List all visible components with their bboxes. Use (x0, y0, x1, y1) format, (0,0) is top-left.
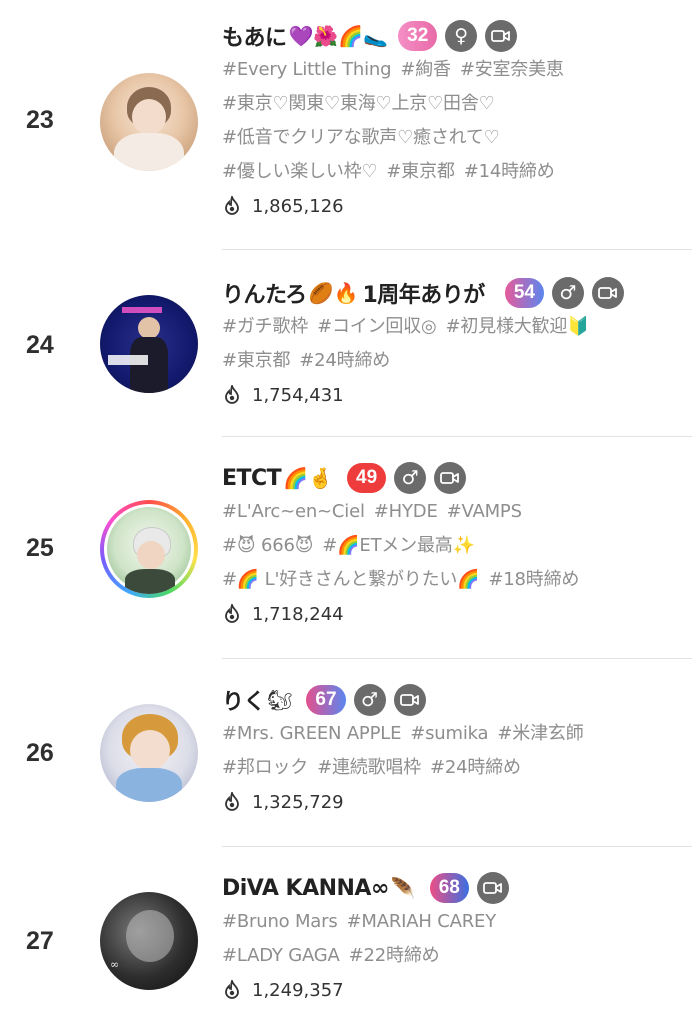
avatar[interactable] (100, 500, 198, 598)
tag[interactable]: #初見様大歓迎🔰 (445, 316, 589, 337)
tag[interactable]: #MARIAH CAREY (347, 911, 497, 932)
tag-list: #Bruno Mars #MARIAH CAREY #LADY GAGA #22時締… (222, 905, 692, 973)
rank-number: 25 (26, 534, 54, 562)
ranking-row-23[interactable]: 23 もあに 💜🌺🌈🥿 32 ♀ #Every Little Thing #絢香 #… (0, 0, 692, 250)
tag[interactable]: #🌈ETメン最高✨ (322, 535, 475, 556)
tag[interactable]: #邦ロック (222, 757, 308, 778)
rank-number: 23 (26, 106, 54, 134)
score-value: 1,249,357 (252, 979, 344, 1001)
avatar[interactable] (100, 73, 198, 171)
name-emoji: 💜🌺🌈🥿 (288, 24, 389, 48)
video-camera-icon (393, 684, 426, 716)
tag[interactable]: #18時締め (488, 569, 579, 590)
score-value: 1,754,431 (252, 384, 344, 406)
name-emoji: 🐿 (267, 688, 293, 712)
score-value: 1,325,729 (252, 791, 344, 813)
video-camera-icon (434, 462, 467, 494)
streamer-name[interactable]: もあに (222, 20, 287, 52)
tag[interactable]: #Bruno Mars (222, 911, 338, 932)
tag-list: #Every Little Thing #絢香 #安室奈美恵 #東京♡関東♡東海♡上… (222, 53, 692, 189)
tag[interactable]: #Every Little Thing (222, 59, 392, 80)
tag[interactable]: #LADY GAGA (222, 945, 340, 966)
flame-icon (225, 792, 239, 811)
tag[interactable]: #😈 666😈 (222, 535, 313, 556)
video-camera-icon (591, 277, 624, 309)
tag[interactable]: #連続歌唱枠 (317, 757, 421, 778)
tag[interactable]: #14時締め (464, 161, 555, 182)
name-emoji: 🪶 (390, 876, 416, 900)
tag[interactable]: #22時締め (349, 945, 440, 966)
streamer-name-suffix[interactable]: 1周年ありが (363, 277, 486, 309)
flame-icon (225, 604, 239, 623)
streamer-name[interactable]: りんたろ (222, 277, 307, 309)
tag[interactable]: #24時締め (299, 350, 390, 371)
tag[interactable]: #低音でクリアな歌声♡癒されて♡ (222, 127, 500, 148)
score-value: 1,865,126 (252, 195, 344, 217)
tag[interactable]: #コイン回収◎ (317, 316, 437, 337)
video-camera-icon (485, 20, 518, 52)
tag[interactable]: #ガチ歌枠 (222, 316, 308, 337)
score-value: 1,718,244 (252, 603, 344, 625)
flame-icon (225, 980, 239, 999)
flame-icon (225, 196, 239, 215)
tag[interactable]: #優しい楽しい枠♡ (222, 161, 378, 182)
male-icon: ♂ (551, 277, 584, 309)
tag[interactable]: #Mrs. GREEN APPLE (222, 723, 401, 744)
tag[interactable]: #米津玄師 (497, 723, 583, 744)
name-emoji: 🏉🔥 (308, 281, 359, 305)
tag[interactable]: #安室奈美恵 (460, 59, 564, 80)
name-emoji: 🌈🤞 (283, 466, 333, 490)
tag[interactable]: #東京都 (222, 350, 290, 371)
tag-list: #ガチ歌枠 #コイン回収◎ #初見様大歓迎🔰 #東京都 #24時締め (222, 310, 692, 378)
male-icon: ♂ (353, 684, 386, 716)
tag-list: #Mrs. GREEN APPLE #sumika #米津玄師 #邦ロック #連続歌唱… (222, 717, 692, 785)
ranking-row-24[interactable]: 24 りんたろ 🏉🔥 1周年ありが 54 ♂ #ガチ歌枠 #コイン回収◎ #初見様大… (0, 250, 692, 437)
ranking-row-27[interactable]: 27 ∞ DiVA KANNA∞ 🪶 68 #Bruno Mars #MARIAH… (0, 847, 692, 1032)
streamer-name[interactable]: DiVA KANNA∞ (222, 876, 389, 901)
tag[interactable]: #🌈 L'好きさんと繋がりたい🌈 (222, 569, 480, 590)
level-badge: 67 (306, 685, 346, 715)
video-camera-icon (476, 872, 509, 904)
avatar[interactable]: ∞ (100, 892, 198, 990)
ranking-row-25[interactable]: 25 ETCT 🌈🤞 49 ♂ #L'Arc~en~Ciel #HYDE #VAMP… (0, 437, 692, 659)
tag[interactable]: #VAMPS (447, 501, 522, 522)
rank-number: 26 (26, 739, 54, 767)
tag[interactable]: #24時締め (430, 757, 521, 778)
tag[interactable]: #絢香 (400, 59, 451, 80)
streamer-name[interactable]: りく (222, 684, 266, 716)
tag-list: #L'Arc~en~Ciel #HYDE #VAMPS #😈 666😈 #🌈ETメン最… (222, 495, 692, 597)
tag[interactable]: #sumika (410, 723, 488, 744)
streamer-name[interactable]: ETCT (222, 466, 282, 491)
level-badge: 68 (429, 873, 469, 903)
level-badge: 54 (504, 278, 544, 308)
tag[interactable]: #東京都 (386, 161, 454, 182)
avatar[interactable] (100, 295, 198, 393)
level-badge: 49 (347, 463, 387, 493)
flame-icon (225, 385, 239, 404)
avatar[interactable] (100, 704, 198, 802)
rank-number: 24 (26, 331, 54, 359)
tag[interactable]: #東京♡関東♡東海♡上京♡田舎♡ (222, 93, 495, 114)
ranking-row-26[interactable]: 26 りく 🐿 67 ♂ #Mrs. GREEN APPLE #sumika #米津… (0, 659, 692, 847)
level-badge: 32 (398, 21, 438, 51)
tag[interactable]: #L'Arc~en~Ciel (222, 501, 365, 522)
female-icon: ♀ (445, 20, 478, 52)
tag[interactable]: #HYDE (374, 501, 438, 522)
male-icon: ♂ (394, 462, 427, 494)
rank-number: 27 (26, 927, 54, 955)
